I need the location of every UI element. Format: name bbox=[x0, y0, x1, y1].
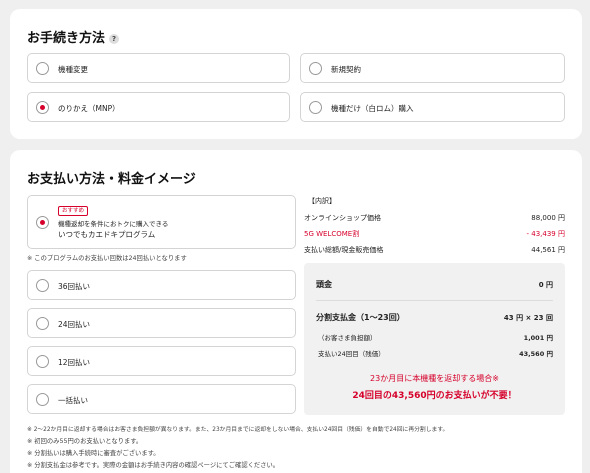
program-description: 機種返却を条件におトクに購入できる bbox=[58, 220, 169, 228]
radio-24-installments[interactable] bbox=[36, 317, 49, 330]
breakdown-value: 44,561 円 bbox=[531, 246, 565, 254]
option-label: 36回払い bbox=[58, 282, 91, 291]
breakdown-title: 【内訳】 bbox=[308, 197, 336, 205]
recommended-badge: おすすめ bbox=[58, 206, 89, 216]
option-36-installments[interactable]: 36回払い bbox=[27, 270, 296, 300]
option-kaedoki-program[interactable]: おすすめ 機種返却を条件におトクに購入できる いつでもカエドキプログラム bbox=[27, 195, 296, 249]
option-model-change[interactable]: 機種変更 bbox=[27, 53, 290, 83]
radio-new-contract[interactable] bbox=[309, 62, 322, 75]
breakdown-value-discount: - 43,439 円 bbox=[526, 230, 565, 238]
option-label: 24回払い bbox=[58, 320, 91, 329]
final-installment-value: 43,560 円 bbox=[519, 350, 553, 358]
breakdown-label: オンラインショップ価格 bbox=[304, 214, 381, 222]
option-label: 12回払い bbox=[58, 358, 91, 367]
installment-label: 分割支払金（1〜23回） bbox=[316, 313, 405, 322]
divider bbox=[316, 300, 553, 301]
payment-card: お支払い方法・料金イメージ おすすめ 機種返却を条件におトクに購入できる いつで… bbox=[10, 150, 582, 473]
final-installment-label: 支払い24回目（残価） bbox=[318, 350, 385, 358]
procedure-card: お手続き方法? 機種変更 新規契約 のりかえ（MNP） 機種だけ（白ロム）購入 bbox=[10, 9, 582, 139]
footnote: ※ 初回のみ55円のお支払いとなります。 bbox=[27, 438, 143, 445]
breakdown-label: 支払い総額/現金販売価格 bbox=[304, 246, 384, 254]
program-note: ※ このプログラムのお支払い回数は24回払いとなります bbox=[27, 255, 187, 262]
payment-title: お支払い方法・料金イメージ bbox=[27, 172, 196, 187]
promo-line-2: 24回目の43,560円のお支払いが不要！ bbox=[352, 391, 517, 401]
radio-mnp[interactable] bbox=[36, 101, 49, 114]
option-label: のりかえ（MNP） bbox=[58, 104, 120, 113]
radio-lump-sum[interactable] bbox=[36, 393, 49, 406]
radio-kaedoki-program[interactable] bbox=[36, 216, 49, 229]
option-label: 機種変更 bbox=[58, 65, 88, 74]
footnote: ※ 分割支払金は参考です。実際の金額はお手続き内容の確認ページにてご確認ください… bbox=[27, 462, 280, 469]
help-icon[interactable]: ? bbox=[109, 33, 120, 44]
procedure-title: お手続き方法? bbox=[27, 27, 120, 46]
option-label: 一括払い bbox=[58, 396, 88, 405]
option-12-installments[interactable]: 12回払い bbox=[27, 346, 296, 376]
summary-panel: 頭金 0 円 分割支払金（1〜23回） 43 円 × 23 回 （お客さま負担額… bbox=[304, 263, 565, 415]
radio-12-installments[interactable] bbox=[36, 355, 49, 368]
breakdown-label-discount: 5G WELCOME割 bbox=[304, 230, 360, 238]
down-payment-value: 0 円 bbox=[538, 281, 553, 289]
promo-line-1: 23か月目に本機種を返却する場合※ bbox=[370, 374, 499, 383]
option-new-contract[interactable]: 新規契約 bbox=[300, 53, 565, 83]
program-name: いつでもカエドキプログラム bbox=[58, 230, 156, 239]
radio-36-installments[interactable] bbox=[36, 279, 49, 292]
customer-burden-value: 1,001 円 bbox=[523, 334, 553, 342]
customer-burden-label: （お客さま負担額） bbox=[318, 334, 377, 342]
option-lump-sum[interactable]: 一括払い bbox=[27, 384, 296, 414]
option-label: 新規契約 bbox=[331, 65, 361, 74]
breakdown-value: 88,000 円 bbox=[531, 214, 565, 222]
option-mnp[interactable]: のりかえ（MNP） bbox=[27, 92, 290, 122]
footnote: ※ 分割払いは購入手続時に審査がございます。 bbox=[27, 450, 160, 457]
option-24-installments[interactable]: 24回払い bbox=[27, 308, 296, 338]
option-device-only[interactable]: 機種だけ（白ロム）購入 bbox=[300, 92, 565, 122]
option-label: 機種だけ（白ロム）購入 bbox=[331, 104, 414, 113]
footnote: ※ 2〜22か月目に返却する場合はお客さま負担額が異なります。また、23か月目ま… bbox=[27, 427, 449, 433]
down-payment-label: 頭金 bbox=[316, 280, 332, 289]
installment-value: 43 円 × 23 回 bbox=[503, 314, 553, 322]
radio-model-change[interactable] bbox=[36, 62, 49, 75]
radio-device-only[interactable] bbox=[309, 101, 322, 114]
